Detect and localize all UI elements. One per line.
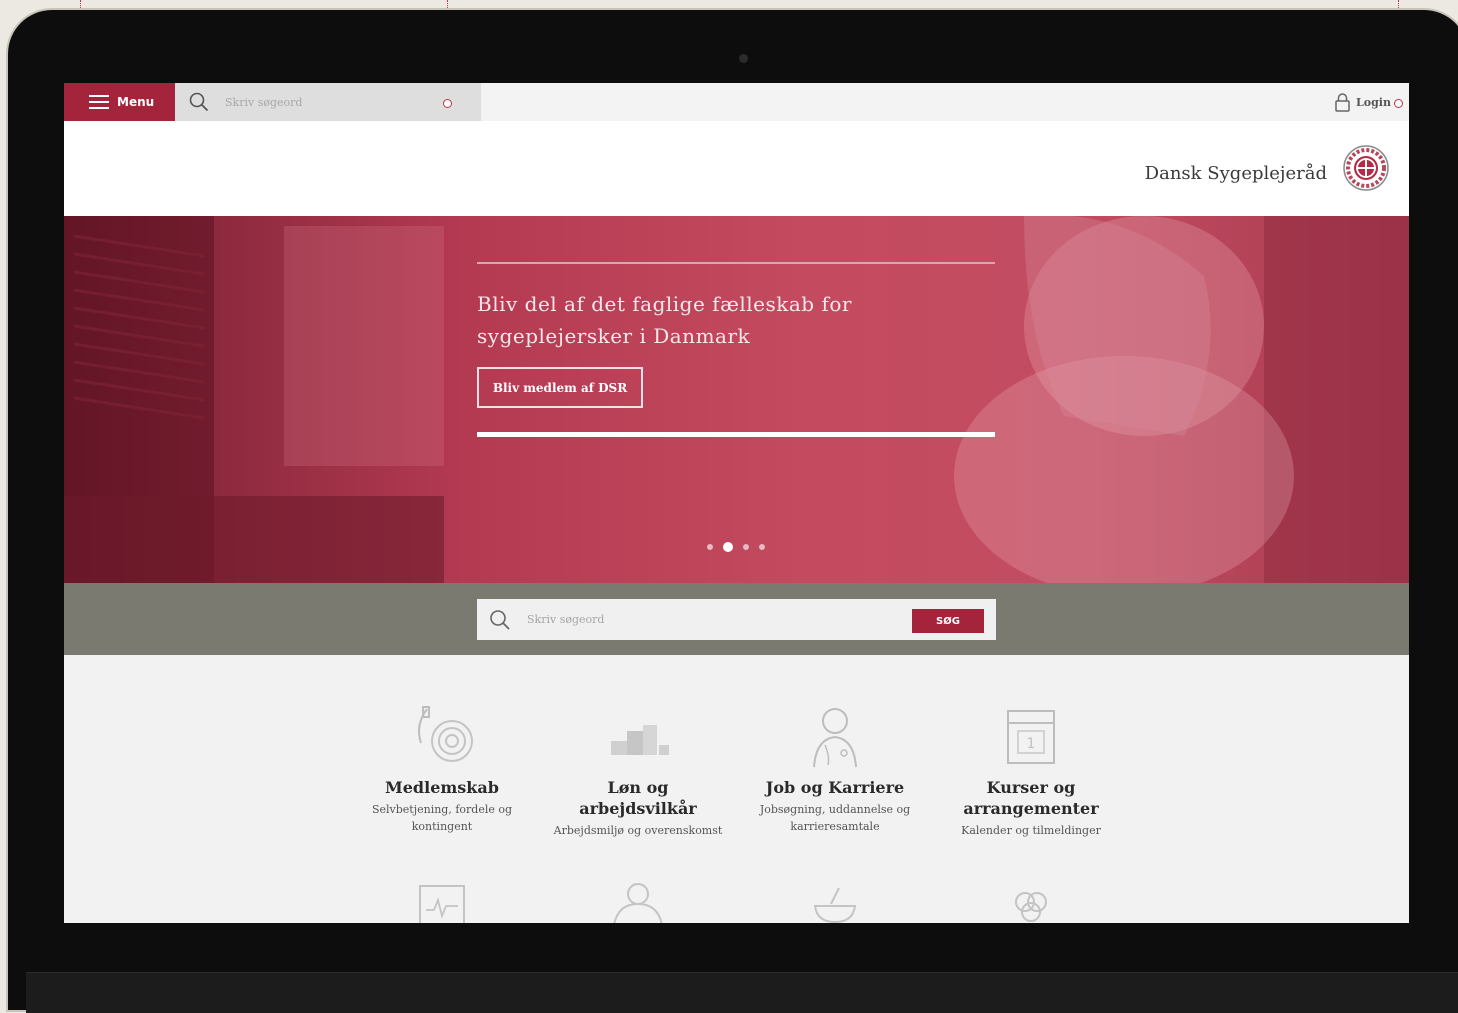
- browser-screen: Menu Login Dansk Sygeplejeråd: [64, 83, 1409, 923]
- brand-name[interactable]: Dansk Sygeplejeråd: [1145, 163, 1327, 184]
- tile-medlemskab[interactable]: Medlemskab Selvbetjening, fordele og kon…: [352, 705, 532, 835]
- main-search: SØG: [477, 599, 996, 640]
- search-submit-button[interactable]: SØG: [912, 609, 984, 633]
- menu-button[interactable]: Menu: [64, 83, 175, 121]
- hero-headline-line-1: Bliv del af det faglige fælleskab for: [477, 292, 852, 316]
- tile-subtitle: Arbejdsmiljø og overenskomst: [553, 824, 723, 837]
- clover-icon[interactable]: [1001, 880, 1061, 923]
- top-navigation: Menu Login: [64, 83, 1409, 121]
- tile-subtitle: Selvbetjening, fordele og kontingent: [371, 803, 513, 833]
- people-icon[interactable]: [608, 880, 668, 923]
- carousel-dot-3[interactable]: [743, 544, 749, 550]
- hero-headline: Bliv del af det faglige fælleskab for sy…: [477, 288, 897, 352]
- tile-job-og-karriere[interactable]: Job og Karriere Jobsøgning, uddannelse o…: [745, 705, 925, 835]
- carousel-dot-2[interactable]: [723, 542, 733, 552]
- camera-icon: [739, 54, 748, 63]
- login-link[interactable]: Login: [1335, 83, 1391, 121]
- annotation-marker-login: [1394, 99, 1403, 108]
- laptop-base: [26, 972, 1458, 1013]
- site-header: Dansk Sygeplejeråd: [64, 121, 1409, 216]
- dsr-logo-icon[interactable]: [1343, 145, 1389, 191]
- hamburger-icon: [89, 95, 109, 109]
- tile-subtitle: Jobsøgning, uddannelse og karrieresamtal…: [759, 803, 911, 833]
- tile-title: Løn og arbejdsvilkår: [579, 778, 697, 818]
- tile-title: Kurser og arrangementer: [963, 778, 1099, 818]
- nurse-icon: [813, 708, 857, 768]
- tile-title: Medlemskab: [385, 778, 499, 797]
- category-tiles: Medlemskab Selvbetjening, fordele og kon…: [64, 655, 1409, 923]
- carousel-dot-1[interactable]: [707, 544, 713, 550]
- tile-subtitle: Kalender og tilmeldinger: [961, 824, 1101, 837]
- tile-kurser-og-arrangementer[interactable]: 1 Kurser og arrangementer Kalender og ti…: [941, 705, 1121, 839]
- carousel-dot-4[interactable]: [759, 544, 765, 550]
- mortar-icon[interactable]: [805, 880, 865, 923]
- login-label: Login: [1356, 95, 1391, 109]
- hero-top-rule: [477, 262, 995, 264]
- tile-loen-og-arbejdsvilkaar[interactable]: Løn og arbejdsvilkår Arbejdsmiljø og ove…: [548, 705, 728, 839]
- heart-monitor-icon[interactable]: [412, 880, 472, 923]
- membership-icon: [418, 706, 473, 762]
- hero-progress-bar: [477, 432, 995, 437]
- calendar-icon: 1: [1007, 710, 1055, 764]
- hero-headline-line-2: sygeplejersker i Danmark: [477, 324, 751, 348]
- become-member-button[interactable]: Bliv medlem af DSR: [477, 367, 643, 408]
- header-search: [175, 83, 481, 121]
- lock-icon: [1335, 92, 1350, 112]
- header-search-input[interactable]: [223, 94, 447, 110]
- annotation-marker-search: [443, 99, 452, 108]
- search-icon: [189, 92, 209, 112]
- search-band: SØG: [64, 583, 1409, 655]
- carousel-dots: [707, 542, 765, 552]
- menu-label: Menu: [117, 95, 155, 109]
- main-search-input[interactable]: [525, 612, 899, 627]
- coins-icon: [611, 725, 669, 755]
- hero-photo: [64, 216, 1409, 583]
- search-icon: [490, 609, 510, 630]
- svg-text:1: 1: [1027, 736, 1036, 752]
- tile-title: Job og Karriere: [765, 778, 905, 797]
- hero-banner: Bliv del af det faglige fælleskab for sy…: [64, 216, 1409, 583]
